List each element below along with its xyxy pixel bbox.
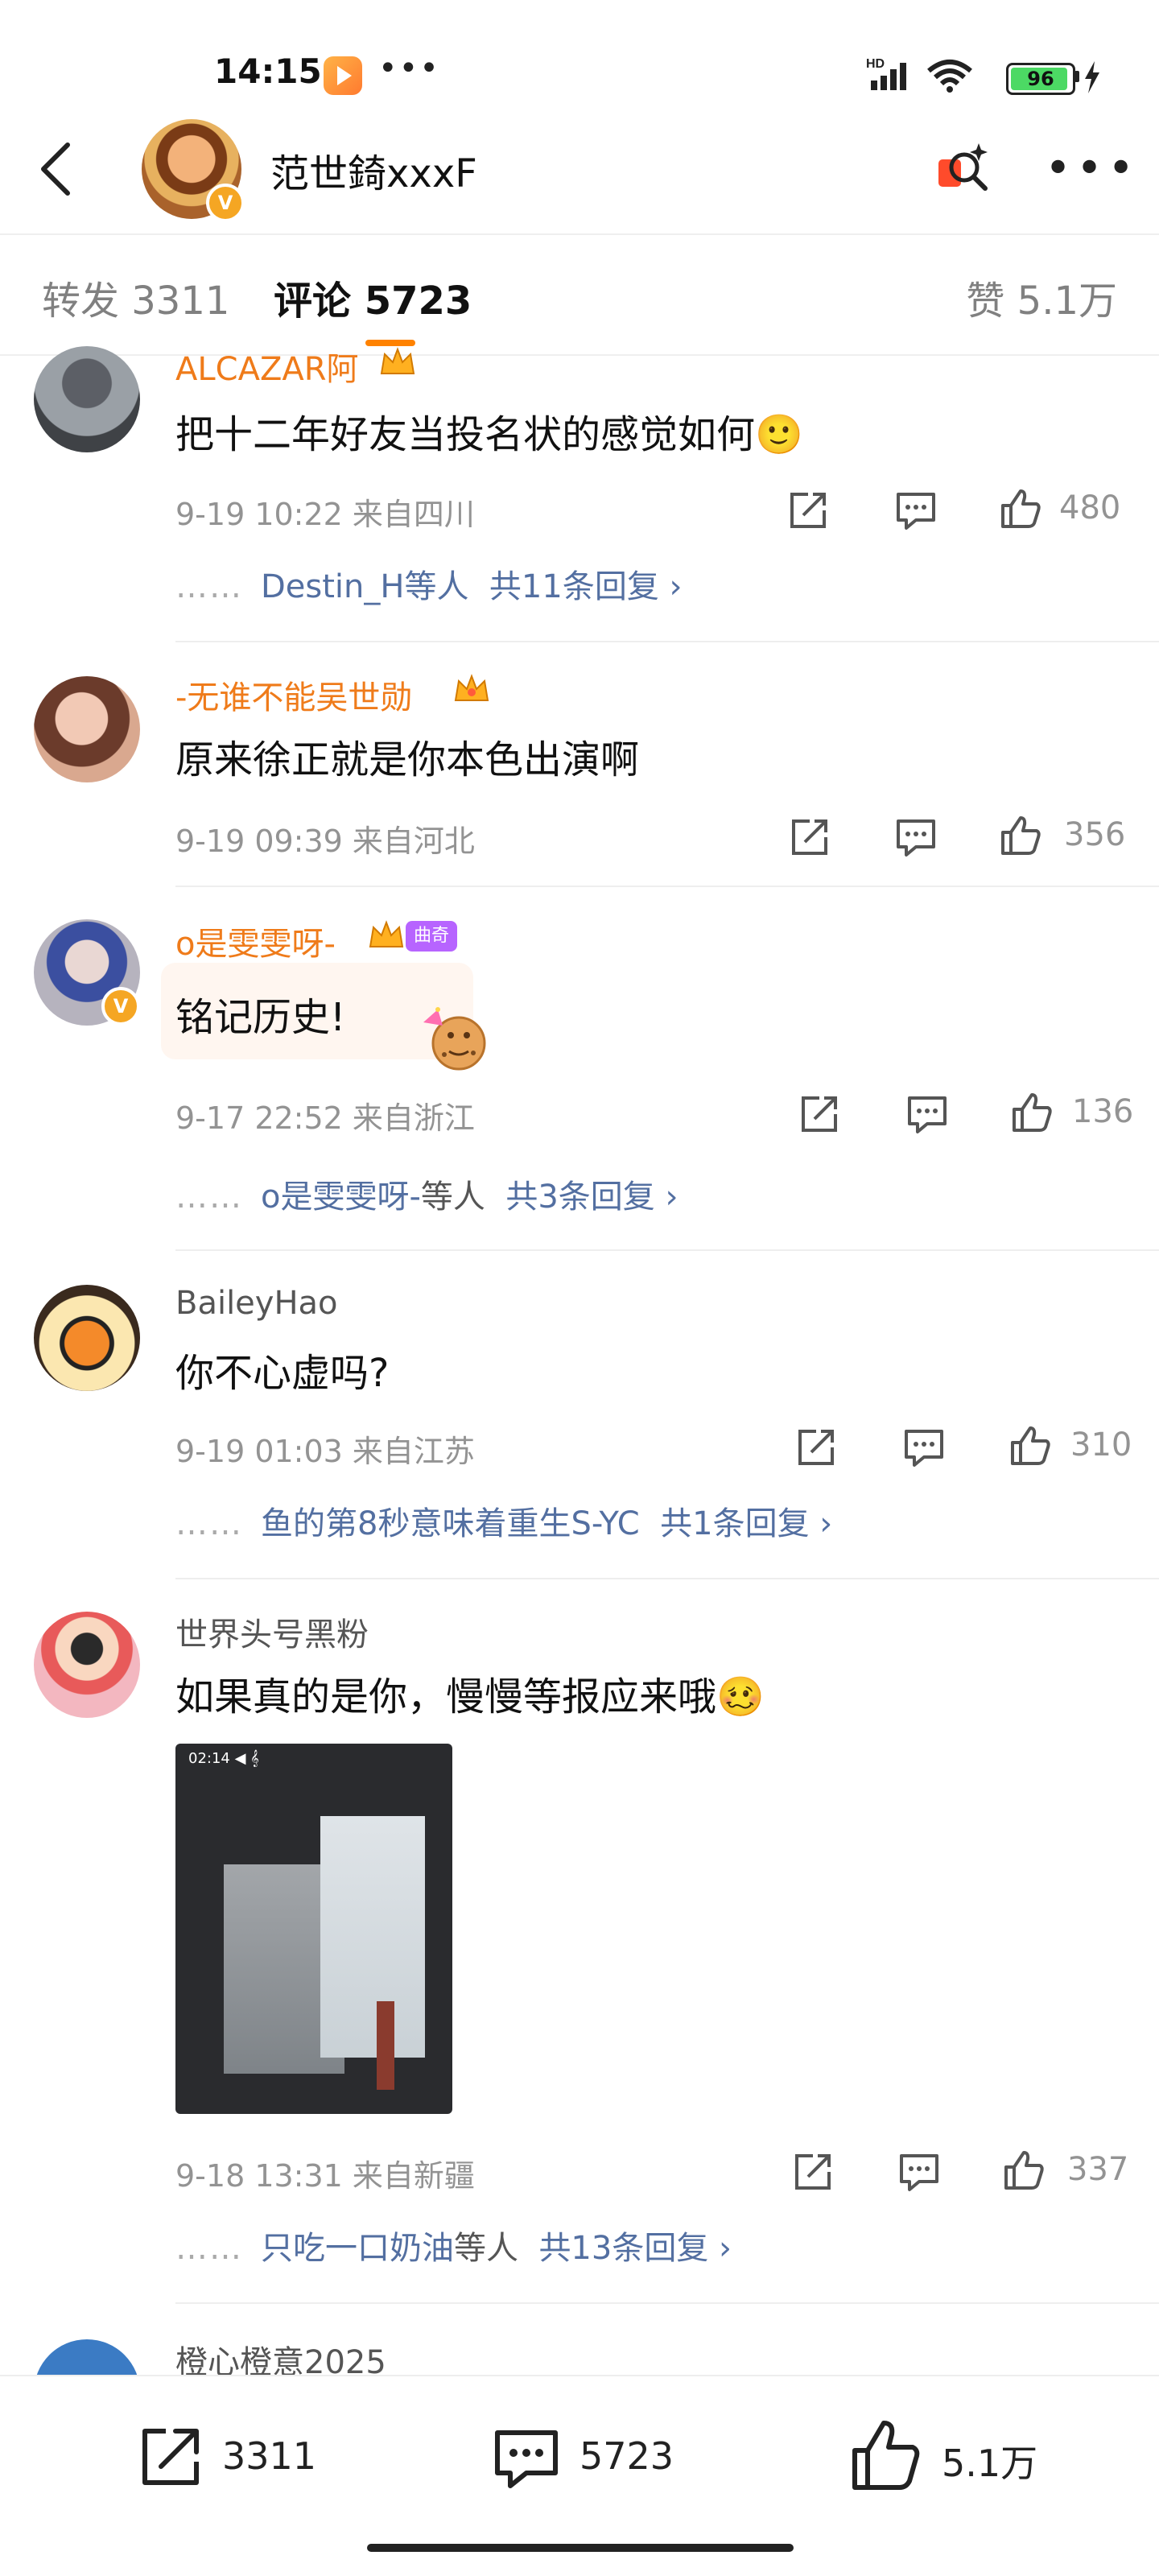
active-tab-indicator [365, 340, 415, 346]
divider [175, 1249, 1159, 1251]
share-icon[interactable] [787, 815, 832, 860]
comment-text: 铭记历史! [175, 995, 346, 1040]
commenter-name[interactable]: ALCAZAR阿 [175, 343, 359, 390]
cellular-signal-icon: HD [866, 57, 906, 90]
divider [0, 354, 1159, 356]
back-arrow-icon[interactable] [37, 140, 76, 198]
comment-text: 如果真的是你，慢慢等报应来哦🥴 [175, 1674, 765, 1719]
comment-count[interactable]: 5723 [580, 2434, 674, 2478]
crown-badge-icon [454, 674, 489, 701]
comment-text: 把十二年好友当投名状的感觉如何🙂 [175, 412, 803, 457]
comment-icon[interactable] [489, 2421, 563, 2496]
tab-comment[interactable]: 评论 5723 [274, 269, 472, 325]
commenter-avatar[interactable] [34, 346, 140, 452]
commenter-avatar[interactable] [34, 676, 140, 782]
divider [175, 886, 1159, 887]
share-icon[interactable] [786, 488, 831, 533]
more-options-icon[interactable]: ••• [1045, 147, 1139, 192]
like-count: 356 [1064, 816, 1126, 853]
battery-level: 96 [1027, 68, 1054, 90]
comment-text: 原来徐正就是你本色出演啊 [175, 737, 640, 782]
charging-bolt-icon [1085, 61, 1099, 93]
like-count[interactable]: 5.1万 [942, 2434, 1037, 2487]
svg-text:HD: HD [866, 57, 885, 71]
comment-meta: 9-19 10:22 来自四川 [175, 497, 475, 532]
like-count: 136 [1072, 1093, 1134, 1130]
divider [175, 2302, 1159, 2304]
comment-icon[interactable] [905, 1092, 950, 1137]
like-icon[interactable] [1009, 1090, 1054, 1135]
comment-text: 你不心虚吗? [175, 1351, 390, 1396]
share-icon[interactable] [790, 2149, 835, 2194]
commenter-avatar[interactable] [34, 1612, 140, 1718]
tab-like[interactable]: 赞 5.1万 [966, 269, 1117, 325]
share-icon[interactable] [797, 1092, 842, 1137]
comment-icon[interactable] [893, 488, 938, 533]
repost-icon[interactable] [134, 2420, 208, 2494]
search-sparkle-icon[interactable] [934, 138, 995, 200]
like-count: 480 [1059, 489, 1121, 526]
wifi-icon [927, 60, 972, 93]
like-icon[interactable] [848, 2417, 922, 2494]
repost-count[interactable]: 3311 [222, 2434, 316, 2478]
reply-summary[interactable]: …… o是雯雯呀-等人 共3条回复 › [175, 1170, 678, 1217]
comment-meta: 9-17 22:52 来自浙江 [175, 1100, 475, 1136]
divider [175, 1578, 1159, 1579]
divider [0, 233, 1159, 235]
tab-repost[interactable]: 转发 3311 [42, 269, 229, 325]
cookie-sticker-icon [423, 1007, 486, 1071]
comment-icon[interactable] [897, 2149, 942, 2194]
crown-badge-icon [369, 920, 404, 947]
divider [0, 2375, 1159, 2376]
commenter-name[interactable]: BaileyHao [175, 1285, 338, 1322]
crown-badge-icon [380, 347, 415, 374]
like-icon[interactable] [998, 813, 1043, 858]
battery-cap [1074, 71, 1079, 82]
commenter-name[interactable]: o是雯雯呀- [175, 918, 336, 964]
commenter-name[interactable]: 世界头号黑粉 [175, 1608, 369, 1655]
like-icon[interactable] [1001, 2148, 1046, 2193]
like-icon[interactable] [998, 486, 1043, 531]
share-icon[interactable] [794, 1425, 839, 1470]
like-count: 337 [1067, 2151, 1129, 2188]
page-title: 范世錡xxxF [270, 151, 477, 196]
status-more-indicator: ••• [378, 50, 440, 87]
reply-summary[interactable]: …… 鱼的第8秒意味着重生S-YC 共1条回复 › [175, 1497, 832, 1544]
battery-icon: 96 [1006, 63, 1075, 95]
reply-summary[interactable]: …… 只吃一口奶油等人 共13条回复 › [175, 2222, 732, 2268]
fan-medal-tag: 曲奇 [406, 921, 457, 952]
comment-meta: 9-18 13:31 来自新疆 [175, 2158, 475, 2194]
commenter-avatar[interactable] [34, 1285, 140, 1391]
reply-summary[interactable]: …… Destin_H等人 共11条回复 › [175, 560, 683, 607]
like-icon[interactable] [1008, 1423, 1053, 1468]
verified-badge-icon: V [101, 987, 140, 1026]
status-time: 14:15 [214, 52, 322, 91]
comment-icon[interactable] [893, 815, 938, 860]
comment-image[interactable]: 02:14 ◀ 𝄞 [175, 1744, 452, 2114]
like-count: 310 [1070, 1426, 1132, 1463]
home-indicator[interactable] [367, 2544, 794, 2552]
comment-meta: 9-19 01:03 来自江苏 [175, 1434, 475, 1469]
video-app-notification-icon [324, 56, 362, 95]
commenter-name[interactable]: -无谁不能吴世勋 [175, 671, 412, 718]
divider [175, 641, 1159, 642]
comment-meta: 9-19 09:39 来自河北 [175, 824, 475, 859]
image-status-overlay: 02:14 ◀ 𝄞 [188, 1750, 259, 1767]
verified-badge-icon: V [206, 184, 245, 222]
comment-icon[interactable] [901, 1425, 947, 1470]
